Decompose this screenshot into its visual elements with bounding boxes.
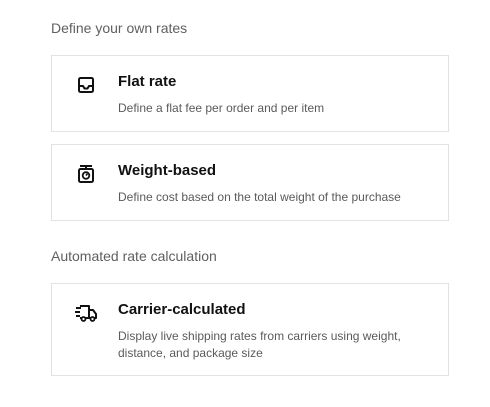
carrier-calculated-title: Carrier-calculated bbox=[118, 301, 246, 318]
section-heading-custom-rates: Define your own rates bbox=[51, 20, 188, 36]
inbox-tray-icon bbox=[75, 74, 97, 96]
weight-based-option-card[interactable]: Weight-based Define cost based on the to… bbox=[51, 144, 449, 221]
section-heading-automated-rates: Automated rate calculation bbox=[51, 248, 217, 264]
shipping-rate-options: Define your own rates Flat rate Define a… bbox=[0, 0, 490, 407]
weight-based-title: Weight-based bbox=[118, 162, 217, 179]
carrier-calculated-option-card[interactable]: Carrier-calculated Display live shipping… bbox=[51, 283, 449, 376]
flat-rate-option-card[interactable]: Flat rate Define a flat fee per order an… bbox=[51, 55, 449, 132]
flat-rate-description: Define a flat fee per order and per item bbox=[118, 101, 325, 115]
weight-based-description: Define cost based on the total weight of… bbox=[118, 190, 401, 204]
carrier-calculated-description: Display live shipping rates from carrier… bbox=[118, 329, 401, 360]
flat-rate-title: Flat rate bbox=[118, 73, 177, 90]
delivery-truck-icon bbox=[75, 302, 97, 324]
scale-icon bbox=[75, 163, 97, 185]
